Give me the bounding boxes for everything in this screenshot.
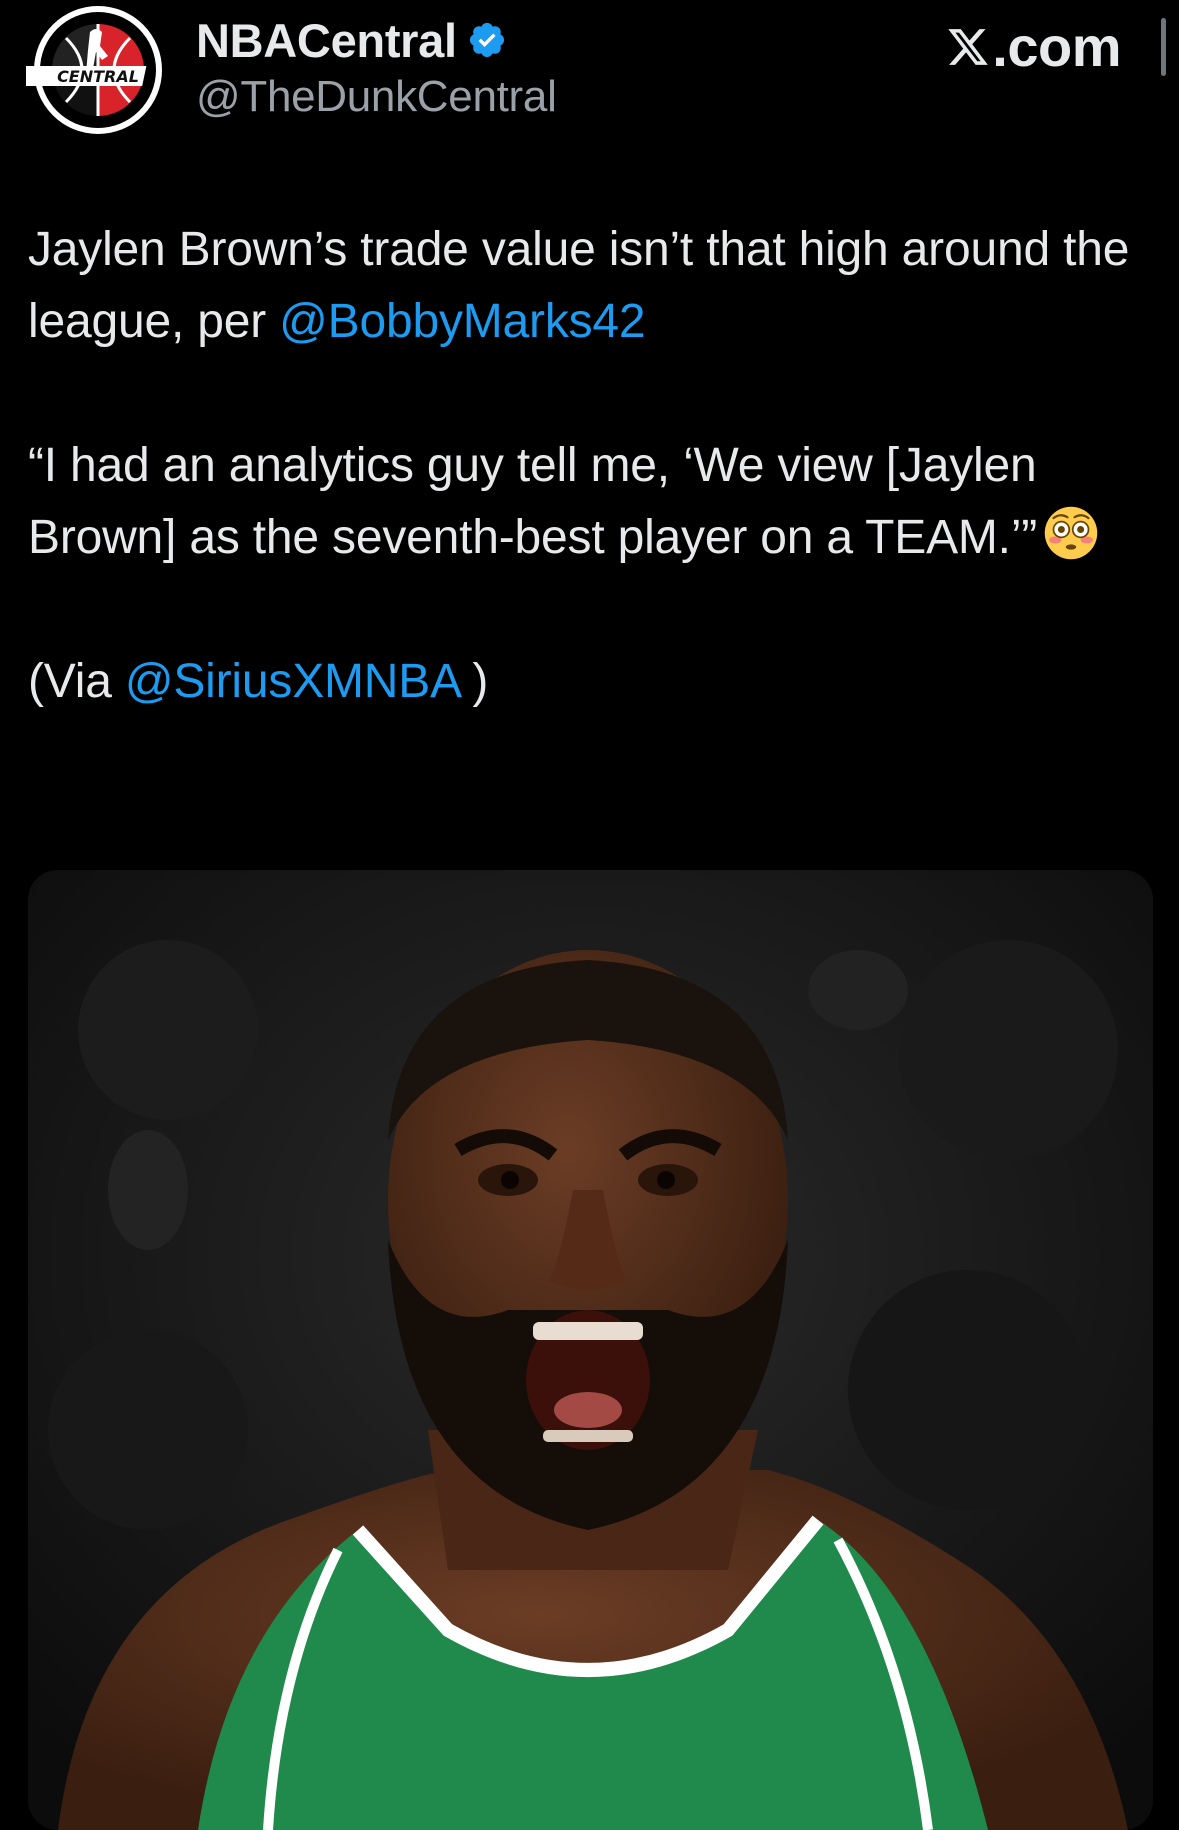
handle[interactable]: @TheDunkCentral	[196, 72, 557, 122]
tweet-media-photo[interactable]	[28, 870, 1153, 1830]
via-prefix: (Via	[28, 655, 125, 708]
x-logo-icon	[948, 28, 989, 65]
tweet-body: Jaylen Brown’s trade value isn’t that hi…	[28, 214, 1153, 718]
display-name[interactable]: NBACentral	[196, 13, 457, 68]
tweet-paragraph-1: Jaylen Brown’s trade value isn’t that hi…	[28, 214, 1153, 358]
nba-central-logo: CENTRAL	[18, 6, 162, 134]
tweet-paragraph-2: “I had an analytics guy tell me, ‘We vie…	[28, 430, 1153, 574]
avatar[interactable]: CENTRAL	[18, 2, 170, 138]
via-suffix: )	[459, 655, 489, 708]
avatar-logo-text: CENTRAL	[57, 67, 139, 86]
player-photo	[28, 870, 1153, 1830]
name-row: NBACentral	[196, 10, 557, 70]
brand-text: .com	[992, 15, 1121, 78]
tweet-paragraph-3: (Via @SiriusXMNBA )	[28, 646, 1153, 718]
mention-link-bobbymarks[interactable]: @BobbyMarks42	[279, 295, 645, 348]
mention-link-siriusxmnba[interactable]: @SiriusXMNBA	[125, 655, 460, 708]
scrollbar[interactable]	[1161, 18, 1166, 76]
flushed-face-emoji-icon	[1044, 506, 1098, 560]
tweet-quote-text: “I had an analytics guy tell me, ‘We vie…	[28, 439, 1038, 564]
tweet-author: NBACentral @TheDunkCentral	[196, 10, 557, 122]
verified-badge-icon	[469, 22, 504, 58]
x-dot-com-brand: .com	[946, 14, 1121, 79]
